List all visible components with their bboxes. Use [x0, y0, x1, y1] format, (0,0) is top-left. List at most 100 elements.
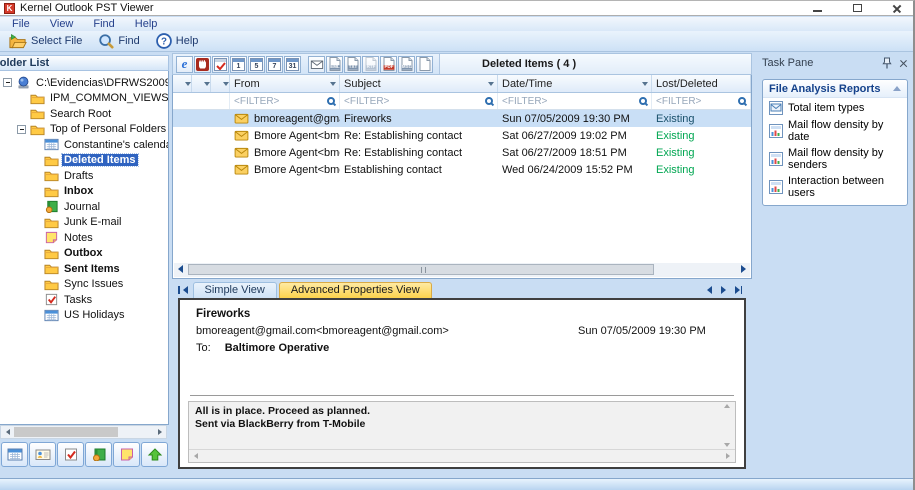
collapse-icon[interactable] — [893, 82, 901, 91]
scroll-down-button[interactable] — [724, 443, 730, 447]
group-header[interactable]: File Analysis Reports — [763, 80, 907, 98]
maximize-button[interactable] — [851, 3, 863, 14]
report-item-interaction-between-users[interactable]: Interaction between users — [763, 172, 907, 200]
calendar-day-view-button[interactable]: 1 — [230, 56, 247, 73]
scroll-right-button[interactable] — [153, 426, 166, 438]
message-row-1[interactable]: bmoreagent@gmail.com<bm... Fireworks Sun… — [173, 110, 751, 127]
search-icon[interactable] — [738, 97, 746, 105]
tree-item-constantines-calendar[interactable]: Constantine's calendar — [0, 137, 168, 153]
contacts-shortcut-button[interactable] — [29, 442, 56, 467]
tab-nav-last[interactable] — [735, 286, 743, 294]
help-button[interactable]: Help — [148, 31, 207, 51]
close-button[interactable] — [891, 3, 903, 14]
message-row-3[interactable]: Bmore Agent<bmoreagent@... Re: Establish… — [173, 144, 751, 161]
export-rtf-button[interactable]: RTF — [362, 56, 379, 73]
folder-tree-hscrollbar[interactable] — [0, 425, 167, 439]
search-icon[interactable] — [485, 97, 493, 105]
search-icon[interactable] — [327, 97, 335, 105]
scrollbar-thumb[interactable] — [188, 264, 654, 275]
tab-nav-next[interactable] — [721, 286, 726, 294]
tree-item-inbox[interactable]: Inbox — [0, 184, 168, 200]
notes-shortcut-button[interactable] — [113, 442, 140, 467]
menu-item-find[interactable]: Find — [83, 18, 124, 30]
column-header-attachment[interactable] — [211, 75, 230, 92]
block-content-button[interactable] — [194, 56, 211, 73]
tree-item-us-holidays[interactable]: US Holidays — [0, 308, 168, 324]
envelope-icon — [234, 130, 249, 141]
message-row-2[interactable]: Bmore Agent<bmoreagent@... Re: Establish… — [173, 127, 751, 144]
tasks-shortcut-button[interactable] — [57, 442, 84, 467]
body-hscrollbar[interactable] — [189, 449, 735, 462]
tab-advanced-properties-view[interactable]: Advanced Properties View — [279, 282, 432, 298]
search-icon[interactable] — [639, 97, 647, 105]
scroll-left-button[interactable] — [174, 263, 187, 275]
menu-item-view[interactable]: View — [40, 18, 84, 30]
select-file-button[interactable]: Select File — [0, 31, 90, 51]
export-eml-button[interactable]: EML — [326, 56, 343, 73]
pin-icon[interactable] — [882, 57, 892, 69]
calendar-month-view-button[interactable]: 31 — [284, 56, 301, 73]
scroll-left-button[interactable] — [194, 453, 198, 459]
body-vscrollbar[interactable] — [721, 404, 733, 447]
filter-input-lost-deleted[interactable]: <FILTER> — [652, 93, 751, 109]
menu-item-file[interactable]: File — [0, 18, 40, 30]
scroll-right-button[interactable] — [726, 453, 730, 459]
journal-shortcut-button[interactable] — [85, 442, 112, 467]
tree-item-outbox[interactable]: Outbox — [0, 246, 168, 262]
message-row-4[interactable]: Bmore Agent<bmoreagent@... Establishing … — [173, 161, 751, 178]
minimize-button[interactable] — [811, 3, 823, 14]
export-file-button[interactable] — [416, 56, 433, 73]
filter-input-from[interactable]: <FILTER> — [230, 93, 340, 109]
export-txt-button[interactable]: TXT — [344, 56, 361, 73]
tab-nav-prev[interactable] — [707, 286, 712, 294]
message-list-hscrollbar[interactable] — [174, 263, 750, 277]
tree-item-drafts[interactable]: Drafts — [0, 168, 168, 184]
export-pdf-button[interactable]: PDF — [380, 56, 397, 73]
mail-view-button[interactable] — [308, 56, 325, 73]
tree-item-top-of-personal-folders[interactable]: Top of Personal Folders — [0, 122, 168, 138]
task-view-button[interactable] — [212, 56, 229, 73]
column-header-lost-deleted[interactable]: Lost/Deleted — [652, 75, 751, 92]
column-header-subject[interactable]: Subject — [340, 75, 498, 92]
report-item-mail-flow-density-by-date[interactable]: Mail flow density by date — [763, 116, 907, 144]
calendar-week-view-button[interactable]: 7 — [266, 56, 283, 73]
export-msg-button[interactable]: MSG — [398, 56, 415, 73]
tree-item-root[interactable]: C:\Evidencias\DFRWS2009-Outlo — [0, 75, 168, 91]
dropdown-icon — [642, 82, 648, 89]
tree-item-notes[interactable]: Notes — [0, 230, 168, 246]
go-up-button[interactable] — [141, 442, 168, 467]
tree-item-journal[interactable]: Journal — [0, 199, 168, 215]
calendar-shortcut-button[interactable] — [1, 442, 28, 467]
pst-file-icon — [16, 76, 31, 89]
report-item-mail-flow-density-by-senders[interactable]: Mail flow density by senders — [763, 144, 907, 172]
tree-item-junk-email[interactable]: Junk E-mail — [0, 215, 168, 231]
tab-simple-view[interactable]: Simple View — [193, 282, 277, 298]
note-icon — [44, 231, 59, 244]
tree-item-search-root[interactable]: Search Root — [0, 106, 168, 122]
find-button[interactable]: Find — [90, 31, 147, 51]
column-header-importance[interactable] — [173, 75, 192, 92]
tree-item-sent-items[interactable]: Sent Items — [0, 261, 168, 277]
close-task-pane-button[interactable] — [899, 59, 908, 68]
scrollbar-thumb[interactable] — [14, 427, 118, 437]
scroll-left-button[interactable] — [1, 426, 14, 438]
filter-input-datetime[interactable]: <FILTER> — [498, 93, 652, 109]
expander-icon[interactable] — [3, 78, 12, 87]
column-header-datetime[interactable]: Date/Time — [498, 75, 652, 92]
scroll-right-button[interactable] — [737, 263, 750, 275]
scroll-up-button[interactable] — [724, 404, 730, 408]
tree-item-tasks[interactable]: Tasks — [0, 292, 168, 308]
filter-input-subject[interactable]: <FILTER> — [340, 93, 498, 109]
tree-item-sync-issues[interactable]: Sync Issues — [0, 277, 168, 293]
expander-icon[interactable] — [17, 125, 26, 134]
tree-item-deleted-items[interactable]: Deleted Items — [0, 153, 168, 169]
tree-item-ipm-common-views[interactable]: IPM_COMMON_VIEWS — [0, 91, 168, 107]
divider — [190, 395, 734, 396]
menu-item-help[interactable]: Help — [125, 18, 168, 30]
calendar-workweek-view-button[interactable]: 5 — [248, 56, 265, 73]
column-header-type[interactable] — [192, 75, 211, 92]
tab-nav-first[interactable] — [178, 286, 188, 294]
html-view-button[interactable] — [176, 56, 193, 73]
report-item-total-item-types[interactable]: Total item types — [763, 98, 907, 116]
column-header-from[interactable]: From — [230, 75, 340, 92]
